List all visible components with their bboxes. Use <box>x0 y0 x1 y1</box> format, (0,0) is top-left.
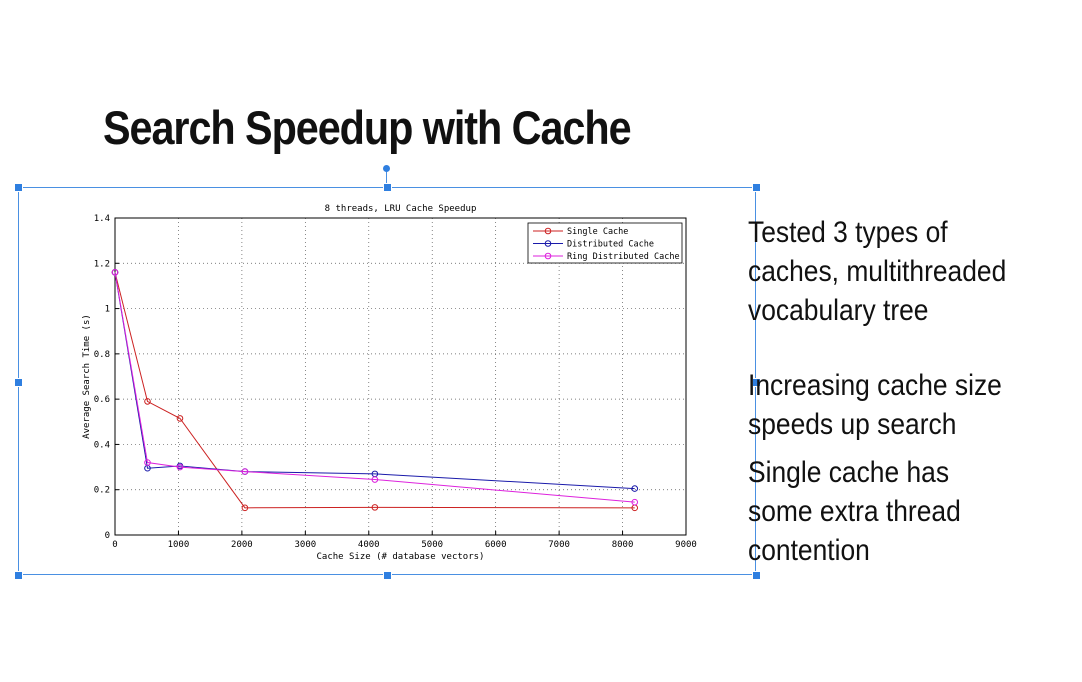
y-tick-label: 0.2 <box>94 486 110 496</box>
x-tick-label: 5000 <box>421 540 443 550</box>
resize-handle-top[interactable] <box>383 183 392 192</box>
bullet-3: Single cache has some extra thread conte… <box>748 456 961 567</box>
x-tick-label: 2000 <box>231 540 253 550</box>
y-tick-label: 1.4 <box>94 214 110 224</box>
rotate-handle[interactable] <box>383 165 390 172</box>
plot-background <box>115 218 686 535</box>
x-tick-label: 0 <box>112 540 117 550</box>
legend-label: Ring Distributed Cache <box>567 252 680 262</box>
resize-handle-top-right[interactable] <box>752 183 761 192</box>
legend-label: Single Cache <box>567 227 628 237</box>
chart-image: 0 1000 2000 3000 4000 5000 6000 7000 8000 9000 0 0.… <box>82 204 697 562</box>
resize-handle-left[interactable] <box>14 378 23 387</box>
x-tick-label: 8000 <box>612 540 634 550</box>
bullet-1: Tested 3 types of caches, multithreaded … <box>748 216 1007 327</box>
legend-label: Distributed Cache <box>567 240 654 250</box>
resize-handle-bottom-right[interactable] <box>752 571 761 580</box>
resize-handle-bottom-left[interactable] <box>14 571 23 580</box>
x-tick-label: 9000 <box>675 540 697 550</box>
x-tick-label: 7000 <box>548 540 570 550</box>
resize-handle-bottom[interactable] <box>383 571 392 580</box>
y-tick-label: 0 <box>105 531 110 541</box>
chart-title: 8 threads, LRU Cache Speedup <box>325 204 477 214</box>
y-tick-label: 0.8 <box>94 350 110 360</box>
x-tick-label: 4000 <box>358 540 380 550</box>
y-tick-label: 1 <box>105 305 110 315</box>
slide-title: Search Speedup with Cache <box>103 101 632 154</box>
x-tick-label: 6000 <box>485 540 507 550</box>
x-tick-label: 1000 <box>168 540 190 550</box>
x-tick-label: 3000 <box>294 540 316 550</box>
y-tick-label: 1.2 <box>94 259 110 269</box>
x-axis-label: Cache Size (# database vectors) <box>317 552 485 562</box>
y-tick-label: 0.4 <box>94 440 110 450</box>
resize-handle-top-left[interactable] <box>14 183 23 192</box>
y-tick-label: 0.6 <box>94 395 110 405</box>
y-axis-label: Average Search Time (s) <box>82 314 92 439</box>
bullet-2: Increasing cache size speeds up search <box>748 369 1002 441</box>
